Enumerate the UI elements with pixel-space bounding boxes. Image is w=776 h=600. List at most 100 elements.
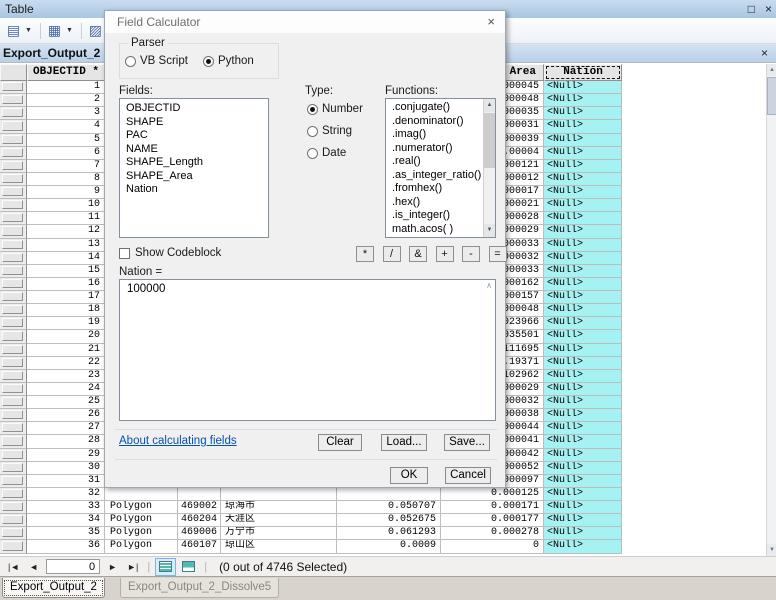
cell-name[interactable]: 琼海市: [221, 501, 337, 514]
function-item[interactable]: .denominator(): [386, 115, 484, 129]
functions-scrollbar[interactable]: ▲ ▼: [483, 99, 495, 237]
cell-objectid[interactable]: 23: [27, 370, 105, 383]
scrollbar-thumb[interactable]: [484, 113, 495, 168]
cell-objectid[interactable]: 26: [27, 409, 105, 422]
current-record-input[interactable]: 0: [46, 559, 100, 574]
scroll-down-icon[interactable]: ▼: [484, 224, 495, 237]
concat-operator-button[interactable]: &: [409, 246, 427, 262]
scrollbar-thumb[interactable]: [767, 77, 776, 115]
cell-pac[interactable]: 469006: [178, 527, 221, 540]
cell-objectid[interactable]: 20: [27, 330, 105, 343]
cell-objectid[interactable]: 4: [27, 120, 105, 133]
cell-nation[interactable]: <Null>: [544, 344, 622, 357]
cell-objectid[interactable]: 14: [27, 252, 105, 265]
scroll-up-icon[interactable]: ▲: [767, 64, 776, 76]
row-selector[interactable]: [0, 120, 27, 133]
cell-nation[interactable]: <Null>: [544, 81, 622, 94]
row-selector[interactable]: [0, 344, 27, 357]
row-selector[interactable]: [0, 265, 27, 278]
minus-operator-button[interactable]: -: [462, 246, 480, 262]
previous-record-button[interactable]: ◄: [24, 558, 43, 576]
cell-nation[interactable]: <Null>: [544, 396, 622, 409]
cell-objectid[interactable]: 22: [27, 357, 105, 370]
cell-nation[interactable]: <Null>: [544, 212, 622, 225]
row-selector[interactable]: [0, 409, 27, 422]
cell-objectid[interactable]: 18: [27, 304, 105, 317]
row-selector[interactable]: [0, 304, 27, 317]
cell-nation[interactable]: <Null>: [544, 501, 622, 514]
show-selected-records-button[interactable]: [178, 558, 199, 576]
cell-length[interactable]: 0.052675: [337, 514, 441, 527]
clear-button[interactable]: Clear: [318, 434, 362, 451]
cell-objectid[interactable]: 9: [27, 186, 105, 199]
function-item[interactable]: .conjugate(): [386, 101, 484, 115]
cell-nation[interactable]: <Null>: [544, 291, 622, 304]
cell-objectid[interactable]: 17: [27, 291, 105, 304]
cell-shape[interactable]: Polygon: [105, 514, 178, 527]
first-record-button[interactable]: |◄: [0, 558, 24, 576]
row-selector[interactable]: [0, 383, 27, 396]
field-item[interactable]: NAME: [120, 143, 268, 157]
row-selector[interactable]: [0, 527, 27, 540]
row-selector[interactable]: [0, 462, 27, 475]
row-selector[interactable]: [0, 449, 27, 462]
load-button[interactable]: Load...: [381, 434, 427, 451]
dialog-titlebar[interactable]: Field Calculator ×: [105, 11, 505, 33]
row-selector[interactable]: [0, 435, 27, 448]
cell-objectid[interactable]: 2: [27, 94, 105, 107]
function-item[interactable]: .hex(): [386, 196, 484, 210]
cell-objectid[interactable]: 19: [27, 317, 105, 330]
cell-nation[interactable]: <Null>: [544, 239, 622, 252]
cell-objectid[interactable]: 32: [27, 488, 105, 501]
cell-objectid[interactable]: 6: [27, 147, 105, 160]
cell-nation[interactable]: <Null>: [544, 225, 622, 238]
row-selector[interactable]: [0, 212, 27, 225]
cell-pac[interactable]: 469002: [178, 501, 221, 514]
vertical-scrollbar[interactable]: ▲ ▼: [766, 64, 776, 556]
cell-nation[interactable]: <Null>: [544, 475, 622, 488]
maximize-icon[interactable]: □: [748, 0, 755, 18]
cell-nation[interactable]: <Null>: [544, 435, 622, 448]
highlight-selected-button[interactable]: ▨: [85, 21, 106, 41]
cell-nation[interactable]: <Null>: [544, 120, 622, 133]
cell-area[interactable]: 0.000125: [441, 488, 544, 501]
cell-objectid[interactable]: 12: [27, 225, 105, 238]
field-item[interactable]: SHAPE_Area: [120, 170, 268, 184]
function-item[interactable]: math.acosh( ): [386, 236, 484, 238]
dropdown-arrow-icon[interactable]: ▼: [22, 27, 35, 34]
cell-length[interactable]: 0.050707: [337, 501, 441, 514]
type-radio-string[interactable]: String: [307, 125, 363, 137]
sheet-tab-2[interactable]: Export_Output_2_Dissolve5: [120, 578, 279, 598]
field-item[interactable]: Nation: [120, 183, 268, 197]
field-item[interactable]: PAC: [120, 129, 268, 143]
row-selector[interactable]: [0, 540, 27, 553]
row-selector[interactable]: [0, 357, 27, 370]
cell-nation[interactable]: <Null>: [544, 449, 622, 462]
cell-objectid[interactable]: 16: [27, 278, 105, 291]
row-selector[interactable]: [0, 370, 27, 383]
cell-nation[interactable]: <Null>: [544, 107, 622, 120]
cell-objectid[interactable]: 25: [27, 396, 105, 409]
cell-objectid[interactable]: 21: [27, 344, 105, 357]
save-button[interactable]: Save...: [444, 434, 490, 451]
functions-listbox[interactable]: .conjugate().denominator().imag().numera…: [385, 98, 496, 238]
cell-name[interactable]: [221, 488, 337, 501]
cell-nation[interactable]: <Null>: [544, 186, 622, 199]
dialog-close-icon[interactable]: ×: [487, 14, 495, 29]
field-item[interactable]: OBJECTID: [120, 102, 268, 116]
cell-area[interactable]: 0.000171: [441, 501, 544, 514]
next-record-button[interactable]: ►: [103, 558, 122, 576]
header-nation[interactable]: Nation: [544, 64, 622, 81]
cell-objectid[interactable]: 13: [27, 239, 105, 252]
cell-name[interactable]: 万宁市: [221, 527, 337, 540]
cell-pac[interactable]: 460204: [178, 514, 221, 527]
cell-area[interactable]: 0.000278: [441, 527, 544, 540]
cell-name[interactable]: 琼山区: [221, 540, 337, 553]
dropdown-arrow-icon[interactable]: ▼: [63, 27, 76, 34]
row-selector[interactable]: [0, 134, 27, 147]
cell-objectid[interactable]: 34: [27, 514, 105, 527]
cell-nation[interactable]: <Null>: [544, 265, 622, 278]
cell-objectid[interactable]: 30: [27, 462, 105, 475]
cell-objectid[interactable]: 15: [27, 265, 105, 278]
multiply-operator-button[interactable]: *: [356, 246, 374, 262]
